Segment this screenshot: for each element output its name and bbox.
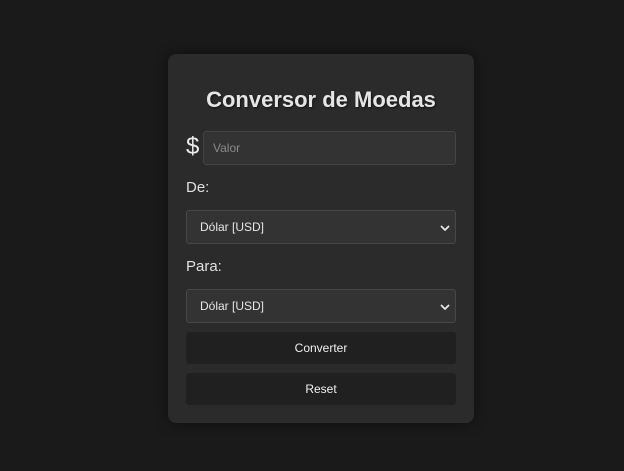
currency-symbol: $	[186, 133, 200, 160]
chevron-down-icon	[440, 304, 450, 310]
from-currency-value: Dólar [USD]	[200, 220, 265, 234]
from-label: De:	[186, 179, 210, 196]
value-input[interactable]	[203, 131, 456, 165]
chevron-down-icon	[440, 225, 450, 231]
reset-button[interactable]: Reset	[186, 373, 456, 405]
to-currency-select[interactable]: Dólar [USD]	[186, 289, 456, 323]
to-currency-value: Dólar [USD]	[200, 299, 265, 313]
convert-button[interactable]: Converter	[186, 332, 456, 364]
converter-card: Conversor de Moedas $ De: Dólar [USD] Pa…	[168, 54, 474, 423]
from-currency-select[interactable]: Dólar [USD]	[186, 210, 456, 244]
page-title: Conversor de Moedas	[206, 87, 436, 112]
to-label: Para:	[186, 258, 222, 275]
